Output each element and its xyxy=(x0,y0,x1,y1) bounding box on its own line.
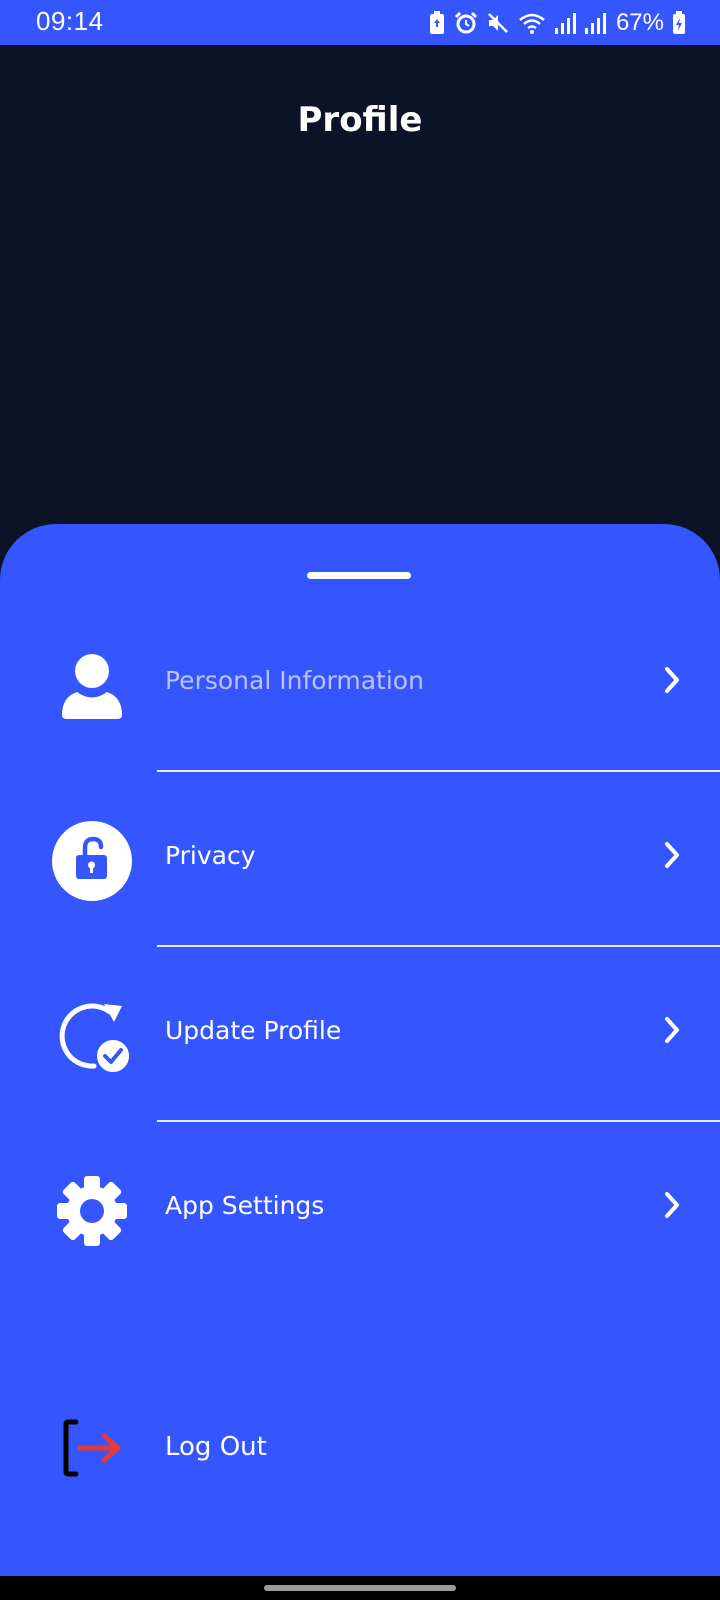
chevron-right-icon xyxy=(665,1192,679,1218)
menu-item-label: Personal Information xyxy=(165,666,424,695)
divider xyxy=(157,945,720,947)
menu-item-personal-information[interactable]: Personal Information xyxy=(0,600,720,772)
status-icons: 67% xyxy=(428,8,686,38)
battery-saver-icon xyxy=(428,11,446,35)
chevron-right-icon xyxy=(665,842,679,868)
page-title: Profile xyxy=(297,100,423,140)
menu-item-app-settings[interactable]: App Settings xyxy=(0,1125,720,1297)
unlock-icon xyxy=(50,819,134,903)
logout-icon xyxy=(63,1419,121,1477)
chevron-right-icon xyxy=(665,1017,679,1043)
signal-icon xyxy=(584,11,606,35)
logout-button[interactable]: Log Out xyxy=(0,1400,720,1500)
battery-charging-icon xyxy=(672,11,686,35)
status-time: 09:14 xyxy=(36,6,104,36)
alarm-icon xyxy=(454,11,478,35)
menu-item-label: Privacy xyxy=(165,841,256,870)
person-icon xyxy=(50,644,134,728)
refresh-check-icon xyxy=(50,994,134,1078)
status-bar: 09:14 67% xyxy=(0,0,720,45)
navigation-bar xyxy=(0,1576,720,1600)
profile-menu-sheet: Personal Information Privacy Update Prof… xyxy=(0,524,720,1576)
menu-item-update-profile[interactable]: Update Profile xyxy=(0,950,720,1122)
chevron-right-icon xyxy=(665,667,679,693)
menu-item-label: App Settings xyxy=(165,1191,325,1220)
battery-percent: 67% xyxy=(615,9,664,36)
drag-handle[interactable] xyxy=(307,572,411,579)
signal-icon xyxy=(554,11,576,35)
logout-label: Log Out xyxy=(165,1432,267,1462)
gear-icon xyxy=(50,1169,134,1253)
home-indicator[interactable] xyxy=(264,1585,456,1591)
menu-item-privacy[interactable]: Privacy xyxy=(0,775,720,947)
divider xyxy=(157,1120,720,1122)
menu-item-label: Update Profile xyxy=(165,1016,342,1045)
wifi-icon xyxy=(518,11,546,35)
mute-icon xyxy=(486,11,510,35)
divider xyxy=(157,770,720,772)
